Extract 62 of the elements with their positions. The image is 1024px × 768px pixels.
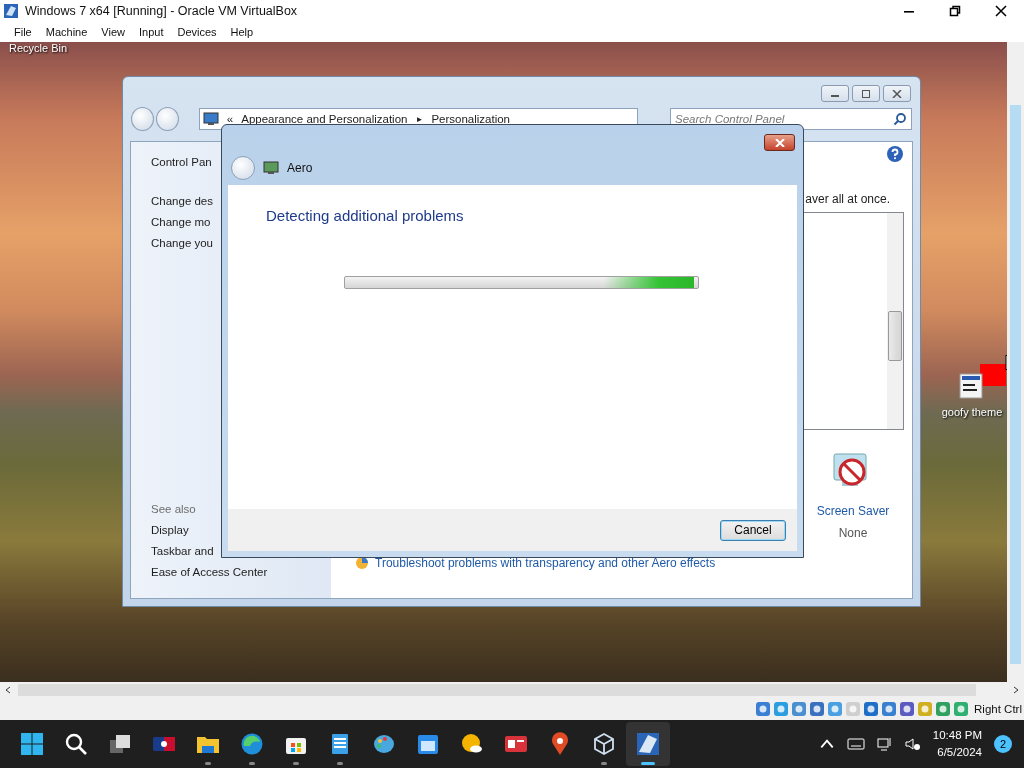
breadcrumb[interactable]: Appearance and Personalization bbox=[241, 113, 408, 125]
time-text: 10:48 PM bbox=[932, 728, 982, 743]
display-icon[interactable] bbox=[863, 701, 880, 717]
menu-item[interactable]: Help bbox=[223, 26, 261, 38]
menu-item[interactable]: Devices bbox=[170, 26, 224, 38]
network-icon[interactable] bbox=[809, 701, 826, 717]
maximize-icon bbox=[861, 89, 871, 98]
date-text: 6/5/2024 bbox=[937, 745, 982, 760]
browser-icon bbox=[240, 732, 264, 756]
close-button[interactable] bbox=[883, 85, 911, 102]
vm-icon bbox=[636, 732, 660, 756]
globe-icon[interactable] bbox=[935, 701, 952, 717]
dialog-title: Aero bbox=[287, 161, 313, 175]
screen-saver-link[interactable]: Screen Saver bbox=[816, 504, 890, 518]
monitor-icon bbox=[263, 160, 279, 176]
desktop-icon-label[interactable]: Recycle Bin bbox=[9, 42, 68, 54]
menu-item[interactable]: Machine bbox=[38, 26, 95, 38]
virtualbox-logo-icon bbox=[3, 3, 19, 19]
close-button[interactable] bbox=[764, 134, 795, 151]
volume-muted-icon[interactable] bbox=[904, 736, 921, 752]
screens-icon[interactable] bbox=[881, 701, 898, 717]
screen-saver-value: None bbox=[838, 526, 868, 540]
monitor-icon bbox=[202, 111, 219, 127]
host-key-label: Right Ctrl bbox=[974, 703, 1022, 715]
start-icon bbox=[20, 732, 44, 756]
arrow-left-icon[interactable] bbox=[4, 686, 12, 694]
window-title: Windows 7 x64 [Running] - Oracle VM VirtualBox bbox=[25, 4, 298, 18]
keyboard-icon[interactable] bbox=[846, 736, 865, 752]
desktop-icon-label[interactable]: goofy theme bbox=[941, 406, 1003, 418]
maximize-button[interactable] bbox=[852, 85, 880, 102]
clock[interactable]: 10:48 PM 6/5/2024 bbox=[932, 727, 982, 761]
document-icon[interactable] bbox=[958, 364, 1006, 400]
close-icon bbox=[774, 138, 785, 147]
restore-icon bbox=[949, 5, 961, 17]
description-text: aver all at once. bbox=[805, 192, 890, 206]
close-icon bbox=[892, 89, 902, 98]
breadcrumb-separator[interactable]: ► bbox=[415, 114, 424, 124]
vm-taskbar-button[interactable] bbox=[626, 722, 670, 766]
see-also-link[interactable]: Ease of Access Center bbox=[151, 566, 331, 578]
notification-badge[interactable]: 2 bbox=[994, 735, 1012, 753]
speaker-icon[interactable] bbox=[791, 701, 808, 717]
cancel-button[interactable]: Cancel bbox=[720, 519, 786, 541]
menu-item[interactable]: View bbox=[94, 26, 132, 38]
help-icon[interactable] bbox=[886, 145, 904, 163]
video-capture-icon[interactable] bbox=[899, 701, 916, 717]
breadcrumb[interactable]: Personalization bbox=[431, 113, 510, 125]
search-icon bbox=[64, 732, 88, 756]
taskview-icon bbox=[108, 732, 132, 756]
cube-icon bbox=[592, 732, 616, 756]
menu-item[interactable]: File bbox=[7, 26, 39, 38]
minimize-button[interactable] bbox=[821, 85, 849, 102]
arrow-right-icon[interactable] bbox=[1012, 686, 1020, 694]
calendar-icon bbox=[416, 732, 440, 756]
search-icon bbox=[893, 112, 907, 126]
close-icon bbox=[995, 5, 1007, 17]
dialog-heading: Detecting additional problems bbox=[266, 207, 465, 224]
network-icon[interactable] bbox=[876, 736, 893, 752]
section-heading: See also bbox=[151, 503, 197, 515]
troubleshoot-link[interactable]: Troubleshoot problems with transparency and other Aero effects bbox=[375, 556, 716, 570]
breadcrumb-overflow[interactable]: « bbox=[226, 113, 234, 125]
menu-item[interactable]: Input bbox=[131, 26, 171, 38]
paint-icon bbox=[372, 732, 396, 756]
